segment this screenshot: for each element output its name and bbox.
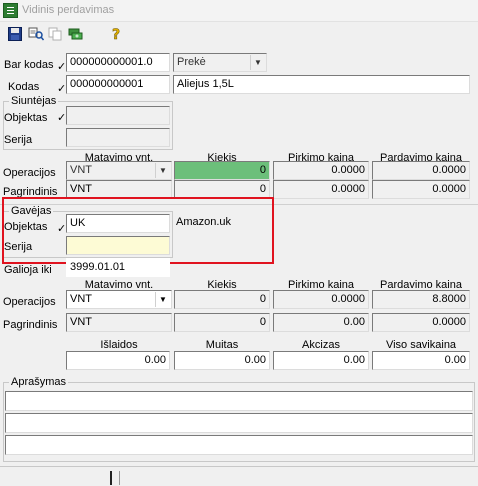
gavejas-pirkimo-field[interactable]: 0.0000 [273,290,369,309]
siuntejas-title: Siuntėjas [9,95,59,107]
muitas-field[interactable]: 0.00 [174,351,270,370]
type-select[interactable]: Prekė ▼ [173,53,267,72]
gavejas-pirkimo-field: 0.00 [273,313,369,332]
gavejas-row-label: Pagrindinis [3,319,58,331]
siuntejas-kiekis-field[interactable]: 0 [174,161,270,180]
scroll-handle[interactable] [110,471,120,485]
chevron-down-icon[interactable]: ▼ [155,163,170,178]
svg-text:?: ? [112,27,120,42]
check-icon: ✓ [57,61,67,73]
money-icon[interactable] [67,25,85,42]
check-icon: ✓ [57,83,67,95]
window-title: Vidinis perdavimas [22,4,115,16]
viso-savikaina-field: 0.00 [372,351,470,370]
unit-value: VNT [70,164,92,176]
galioja-iki-field[interactable]: 3999.01.01 [66,258,170,277]
siuntejas-pirkimo-field: 0.0000 [273,180,369,199]
highlight-box [2,197,274,264]
type-select-value: Prekė [177,56,206,68]
siuntejas-pardavimo-field: 0.0000 [372,180,470,199]
gavejas-pardavimo-field[interactable]: 8.8000 [372,290,470,309]
akcizas-field[interactable]: 0.00 [273,351,369,370]
copy-icon[interactable] [46,25,64,42]
islaidos-label: Išlaidos [100,339,138,351]
help-icon[interactable]: ? [108,25,126,42]
chevron-down-icon[interactable]: ▼ [155,292,170,307]
app-icon [3,3,18,18]
siuntejas-row-label: Operacijos [3,167,56,179]
product-name-field[interactable]: Aliejus 1,5L [173,75,470,94]
gavejas-kiekis-field: 0 [174,313,270,332]
bottom-scrollbar[interactable] [0,466,478,486]
kodas-field[interactable]: 000000000001 [66,75,170,94]
gavejas-unit-select[interactable]: VNT ▼ [66,290,172,309]
chevron-down-icon[interactable]: ▼ [250,55,265,70]
siuntejas-pardavimo-field[interactable]: 0.0000 [372,161,470,180]
siuntejas-objektas-field[interactable] [66,106,170,125]
siuntejas-serija-field[interactable] [66,128,170,147]
akcizas-label: Akcizas [302,339,340,351]
viso-savikaina-label: Viso savikaina [385,339,457,351]
title-bar: Vidinis perdavimas [0,0,478,22]
siuntejas-serija-label: Serija [4,134,33,146]
gavejas-pardavimo-field: 0.0000 [372,313,470,332]
toolbar: ? [0,22,478,46]
kodas-label: Kodas [8,81,40,93]
save-icon[interactable] [6,25,24,42]
bar-kodas-label: Bar kodas [4,59,54,71]
search-icon[interactable] [27,25,45,42]
aprasymas-line[interactable] [5,413,473,433]
aprasymas-line[interactable] [5,391,473,411]
unit-value: VNT [70,293,92,305]
siuntejas-objektas-label: Objektas [4,112,48,124]
islaidos-field[interactable]: 0.00 [66,351,170,370]
gavejas-unit-field: VNT [66,313,172,332]
gavejas-row-label: Operacijos [3,296,56,308]
gavejas-kiekis-field[interactable]: 0 [174,290,270,309]
check-icon: ✓ [57,112,67,124]
muitas-label: Muitas [205,339,239,351]
aprasymas-title: Aprašymas [9,376,69,388]
siuntejas-pirkimo-field[interactable]: 0.0000 [273,161,369,180]
galioja-iki-label: Galioja iki [4,264,52,276]
aprasymas-line[interactable] [5,435,473,455]
siuntejas-unit-select[interactable]: VNT ▼ [66,161,172,180]
bar-kodas-field[interactable]: 000000000001.0 [66,53,170,72]
